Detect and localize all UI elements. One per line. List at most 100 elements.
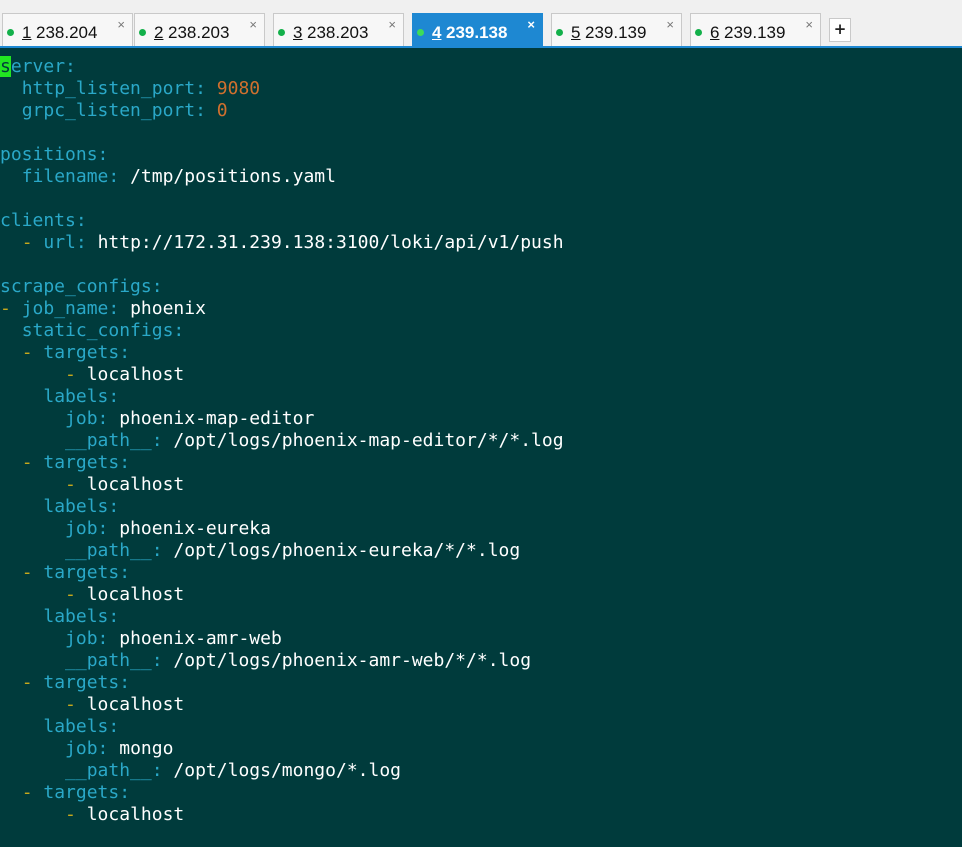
add-tab-button[interactable]: + [829, 18, 851, 42]
yaml-colon: : [97, 408, 109, 429]
yaml-value: /opt/logs/phoenix-eureka/*/*.log [173, 540, 521, 561]
connected-status-dot-icon [556, 29, 563, 36]
connected-status-dot-icon [7, 29, 14, 36]
yaml-key: job_name [21, 298, 109, 319]
terminal-line: - localhost [0, 584, 962, 606]
session-tab-3[interactable]: 3 238.203 × [273, 13, 404, 46]
connected-status-dot-icon [417, 29, 424, 36]
session-tab-1[interactable]: 1 238.204 × [2, 13, 133, 46]
terminal-output[interactable]: server: http_listen_port: 9080 grpc_list… [0, 48, 962, 847]
terminal-line: __path__: /opt/logs/phoenix-map-editor/*… [0, 430, 962, 452]
session-tab-bar: 1 238.204 × 2 238.203 × 3 238.203 × 4 23… [0, 0, 962, 48]
session-tab-4-active[interactable]: 4 239.138 × [412, 13, 543, 46]
list-dash: - [21, 562, 33, 583]
list-dash: - [65, 804, 76, 825]
terminal-line: - targets: [0, 782, 962, 804]
yaml-value: /opt/logs/phoenix-map-editor/*/*.log [173, 430, 564, 451]
list-dash: - [21, 452, 33, 473]
terminal-line: job: phoenix-eureka [0, 518, 962, 540]
yaml-colon: : [108, 386, 120, 407]
yaml-colon: : [108, 716, 120, 737]
yaml-colon: : [75, 210, 87, 231]
close-tab-icon[interactable]: × [527, 18, 535, 32]
yaml-key: positions [0, 144, 98, 165]
yaml-colon: : [75, 232, 87, 253]
terminal-line: - localhost [0, 694, 962, 716]
yaml-key: labels [43, 386, 109, 407]
yaml-colon: : [65, 56, 76, 77]
yaml-colon: : [97, 628, 109, 649]
terminal-line: - targets: [0, 562, 962, 584]
terminal-line: static_configs: [0, 320, 962, 342]
terminal-line: positions: [0, 144, 962, 166]
list-dash: - [65, 584, 76, 605]
list-dash: - [65, 474, 76, 495]
terminal-line: job: phoenix-amr-web [0, 628, 962, 650]
yaml-colon: : [108, 298, 120, 319]
yaml-value: phoenix-eureka [119, 518, 271, 539]
terminal-line: - localhost [0, 364, 962, 386]
terminal-line: - job_name: phoenix [0, 298, 962, 320]
tab-number: 4 [432, 23, 442, 42]
session-tab-5[interactable]: 5 239.139 × [551, 13, 682, 46]
yaml-key: targets [43, 452, 120, 473]
yaml-colon: : [195, 78, 206, 99]
yaml-value: /tmp/positions.yaml [130, 166, 336, 187]
yaml-key: url [43, 232, 76, 253]
yaml-value: localhost [86, 364, 185, 385]
terminal-line: server: [0, 56, 962, 78]
connected-status-dot-icon [278, 29, 285, 36]
close-tab-icon[interactable]: × [666, 18, 674, 32]
close-tab-icon[interactable]: × [388, 18, 396, 32]
tab-host-label: 239.139 [585, 23, 647, 42]
terminal-line: http_listen_port: 9080 [0, 78, 962, 100]
list-dash: - [65, 694, 76, 715]
yaml-key: scrape_configs [0, 276, 152, 297]
yaml-colon: : [151, 650, 163, 671]
yaml-colon: : [151, 540, 163, 561]
close-tab-icon[interactable]: × [117, 18, 125, 32]
terminal-line: labels: [0, 716, 962, 738]
tab-host-label: 238.203 [307, 23, 369, 42]
yaml-key: job [65, 628, 98, 649]
tab-number: 6 [710, 23, 720, 42]
yaml-key: __path__ [65, 540, 152, 561]
yaml-key: http_listen_port [21, 78, 196, 99]
list-dash: - [21, 782, 33, 803]
terminal-line: - targets: [0, 672, 962, 694]
yaml-colon: : [173, 320, 185, 341]
yaml-colon: : [119, 452, 131, 473]
yaml-colon: : [151, 760, 163, 781]
yaml-colon: : [108, 496, 120, 517]
terminal-line: __path__: /opt/logs/mongo/*.log [0, 760, 962, 782]
session-tab-6[interactable]: 6 239.139 × [690, 13, 821, 46]
terminal-line: labels: [0, 606, 962, 628]
terminal-line: - localhost [0, 474, 962, 496]
text-cursor: s [0, 56, 11, 77]
yaml-colon: : [195, 100, 206, 121]
terminal-line: labels: [0, 496, 962, 518]
session-tab-2[interactable]: 2 238.203 × [134, 13, 265, 46]
terminal-line: __path__: /opt/logs/phoenix-amr-web/*/*.… [0, 650, 962, 672]
yaml-key: grpc_listen_port [21, 100, 196, 121]
yaml-value: http://172.31.239.138:3100/loki/api/v1/p… [97, 232, 564, 253]
close-tab-icon[interactable]: × [805, 18, 813, 32]
close-tab-icon[interactable]: × [249, 18, 257, 32]
terminal-line: - url: http://172.31.239.138:3100/loki/a… [0, 232, 962, 254]
yaml-key: labels [43, 496, 109, 517]
yaml-key: targets [43, 672, 120, 693]
yaml-key: __path__ [65, 430, 152, 451]
yaml-value: /opt/logs/phoenix-amr-web/*/*.log [173, 650, 532, 671]
